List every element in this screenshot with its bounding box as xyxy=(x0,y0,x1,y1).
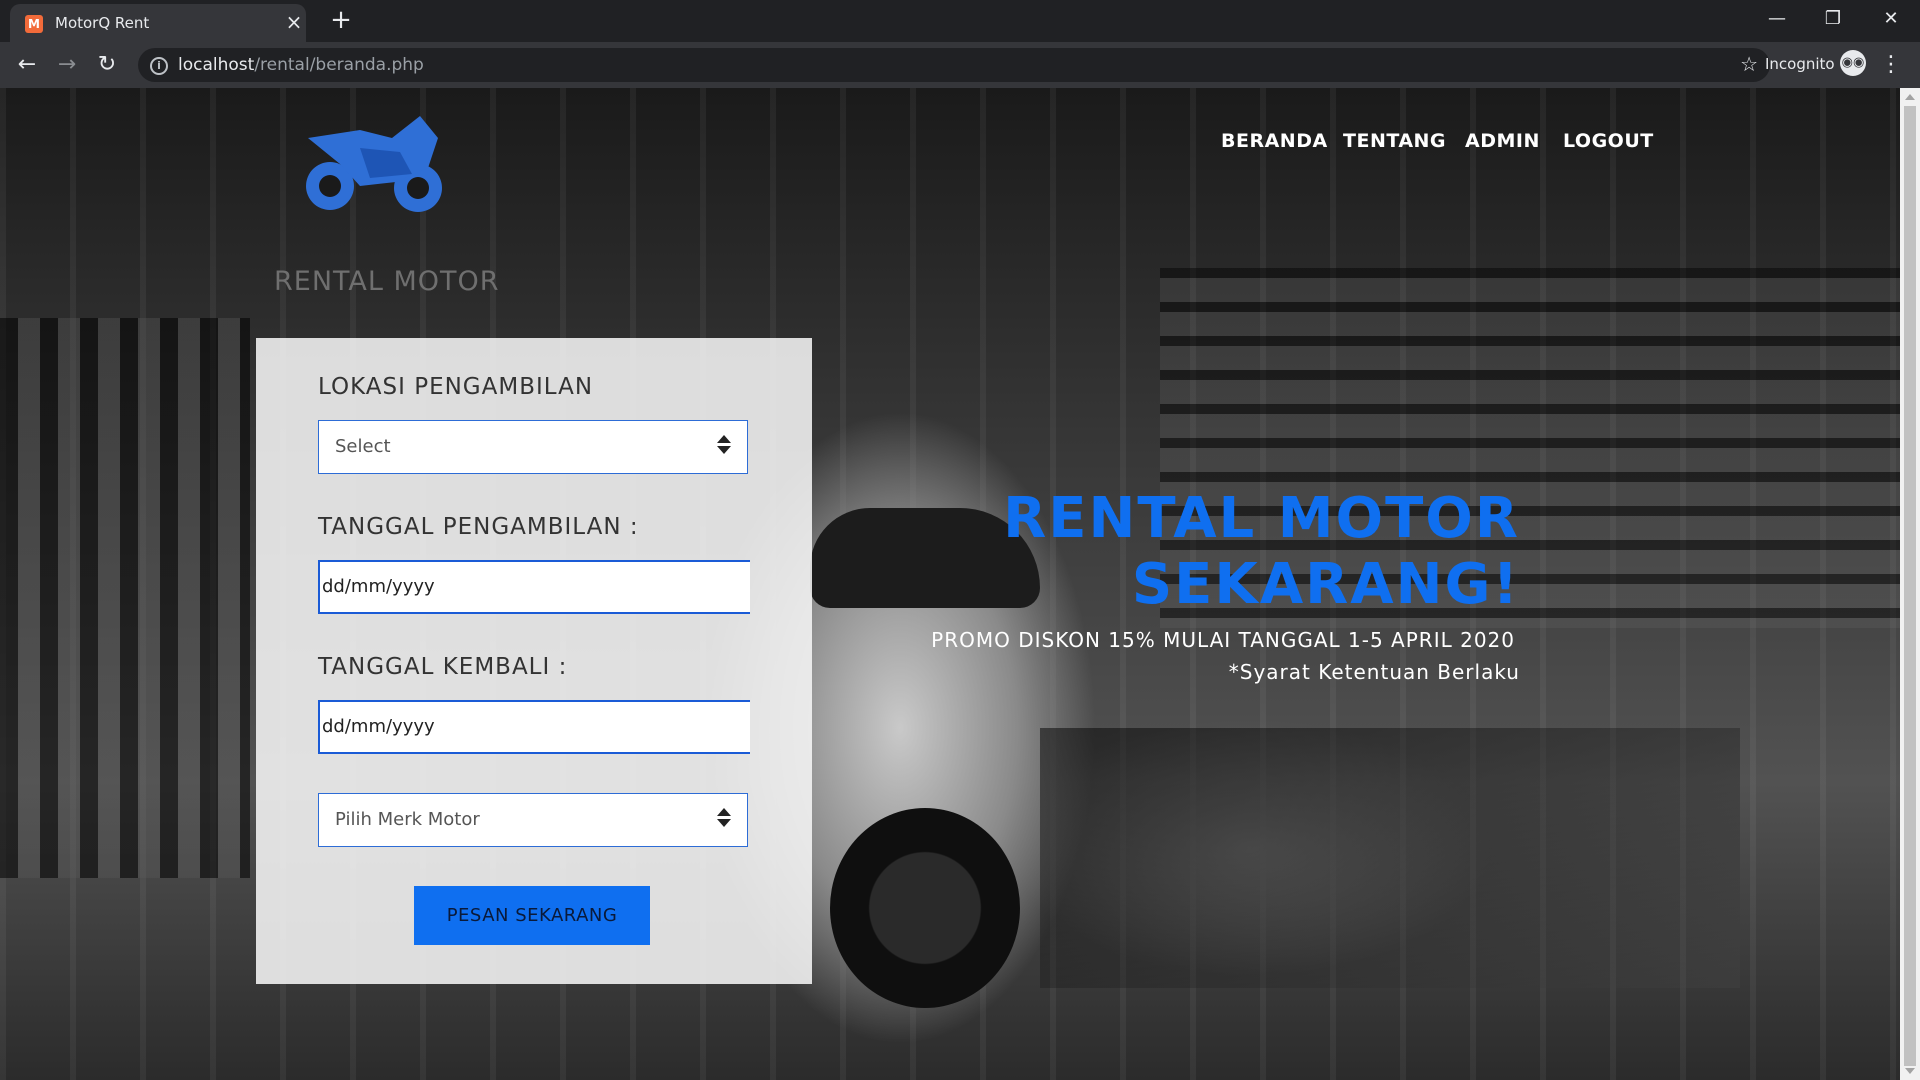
scroll-down-icon[interactable] xyxy=(1905,1068,1915,1074)
pickup-date-label: TANGGAL PENGAMBILAN : xyxy=(318,514,639,540)
browser-tab-bar: M MotorQ Rent × + — ❐ ✕ xyxy=(0,0,1920,42)
browser-toolbar: ← → ↻ i localhost/rental/beranda.php ☆ I… xyxy=(0,42,1920,88)
new-tab-button[interactable]: + xyxy=(326,6,356,34)
select-arrows-icon xyxy=(717,435,731,454)
promo-text: PROMO DISKON 15% MULAI TANGGAL 1-5 APRIL… xyxy=(931,628,1515,652)
nav-tentang[interactable]: TENTANG xyxy=(1343,130,1446,152)
pickup-location-select[interactable]: Select xyxy=(318,420,748,474)
railing-decoration xyxy=(0,318,250,878)
page-scrollbar[interactable] xyxy=(1900,88,1920,1080)
scroll-up-icon[interactable] xyxy=(1905,94,1915,100)
pickup-location-label: LOKASI PENGAMBILAN xyxy=(318,374,594,400)
back-arrow-icon[interactable]: ← xyxy=(12,50,42,80)
pickup-date-input[interactable]: dd/mm/yyyy xyxy=(318,560,750,614)
pickup-location-value: Select xyxy=(335,436,391,457)
scrollbar-thumb[interactable] xyxy=(1904,106,1916,1066)
motor-brand-value: Pilih Merk Motor xyxy=(335,809,480,830)
hero-title: RENTAL MOTOR SEKARANG! xyxy=(1003,486,1520,618)
reload-icon[interactable]: ↻ xyxy=(92,50,122,80)
site-logo[interactable]: RENTAL MOTOR xyxy=(270,108,500,297)
page-background: RENTAL MOTOR BERANDA TENTANG ADMIN LOGOU… xyxy=(0,88,1900,1080)
tab-close-icon[interactable]: × xyxy=(282,10,306,34)
minimize-window-icon[interactable]: — xyxy=(1754,6,1800,32)
return-date-input[interactable]: dd/mm/yyyy xyxy=(318,700,750,754)
booking-form: LOKASI PENGAMBILAN Select TANGGAL PENGAM… xyxy=(256,338,812,984)
tab-title: MotorQ Rent xyxy=(55,14,150,32)
browser-tab[interactable]: M MotorQ Rent × xyxy=(10,4,306,42)
browser-menu-icon[interactable]: ⋮ xyxy=(1880,50,1902,80)
nav-admin[interactable]: ADMIN xyxy=(1465,130,1540,152)
incognito-label: Incognito xyxy=(1765,55,1835,73)
forward-arrow-icon[interactable]: → xyxy=(52,50,82,80)
bookmark-star-icon[interactable]: ☆ xyxy=(1740,52,1758,76)
pickup-date-value: dd/mm/yyyy xyxy=(322,576,435,597)
close-window-icon[interactable]: ✕ xyxy=(1868,6,1914,32)
motorcycle-icon xyxy=(306,116,442,212)
return-date-label: TANGGAL KEMBALI : xyxy=(318,654,568,680)
steps-decoration xyxy=(1040,728,1740,988)
address-bar[interactable]: i localhost/rental/beranda.php ☆ xyxy=(138,48,1770,82)
hero-title-line2: SEKARANG! xyxy=(1131,552,1520,617)
submit-order-button[interactable]: PESAN SEKARANG xyxy=(414,886,650,945)
terms-text: *Syarat Ketentuan Berlaku xyxy=(1228,660,1520,684)
hero-title-line1: RENTAL MOTOR xyxy=(1003,486,1520,551)
nav-logout[interactable]: LOGOUT xyxy=(1563,130,1654,152)
restore-window-icon[interactable]: ❐ xyxy=(1810,6,1856,32)
url-path: /rental/beranda.php xyxy=(254,55,424,75)
url-host: localhost xyxy=(178,55,255,75)
nav-beranda[interactable]: BERANDA xyxy=(1221,130,1328,152)
select-arrows-icon xyxy=(717,808,731,827)
scooter-wheel-decoration xyxy=(830,808,1020,1008)
incognito-icon[interactable]: ◉◉ xyxy=(1840,50,1866,76)
motor-brand-select[interactable]: Pilih Merk Motor xyxy=(318,793,748,847)
address-url[interactable]: localhost/rental/beranda.php xyxy=(178,55,424,75)
site-favicon-icon: M xyxy=(25,15,43,33)
site-info-icon[interactable]: i xyxy=(150,57,168,75)
logo-text: RENTAL MOTOR xyxy=(274,266,500,297)
return-date-value: dd/mm/yyyy xyxy=(322,716,435,737)
